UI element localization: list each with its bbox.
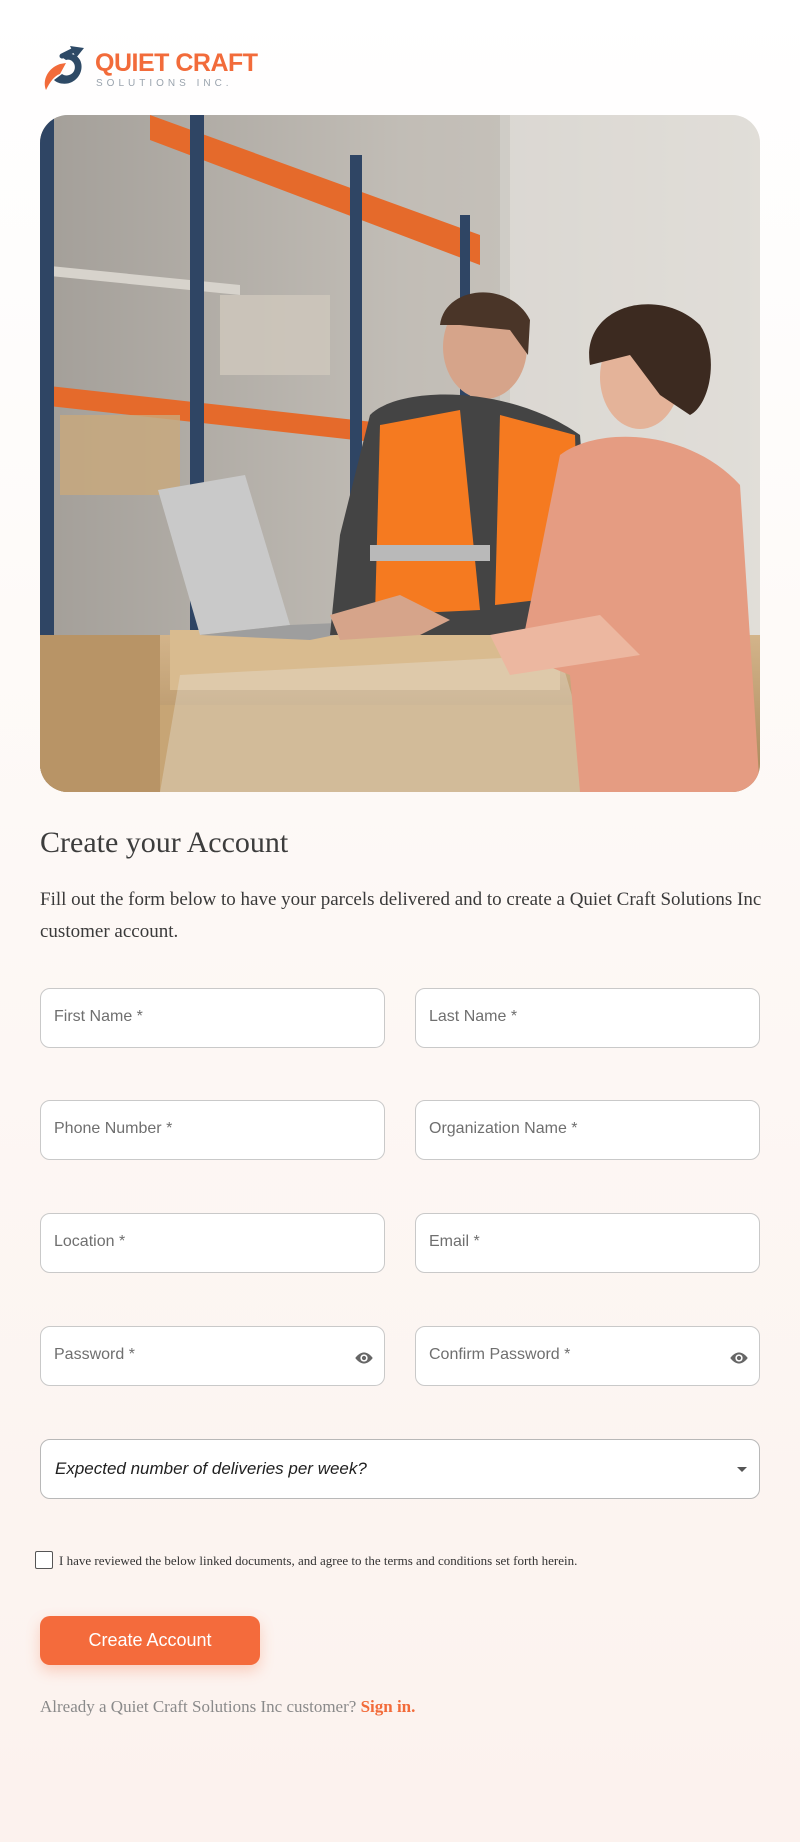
- password-field[interactable]: Password *: [40, 1326, 385, 1386]
- brand-tagline: SOLUTIONS INC.: [96, 78, 233, 89]
- caret-down-icon: [737, 1467, 747, 1472]
- last-name-label: Last Name *: [429, 1008, 518, 1025]
- create-account-button[interactable]: Create Account: [40, 1616, 260, 1665]
- terms-label: I have reviewed the below linked documen…: [59, 1553, 578, 1568]
- deliveries-select-value: Expected number of deliveries per week?: [55, 1459, 367, 1478]
- confirm-password-label: Confirm Password *: [429, 1346, 571, 1363]
- location-field[interactable]: Location *: [40, 1213, 385, 1273]
- page-title: Create your Account: [40, 826, 289, 859]
- location-label: Location *: [54, 1233, 126, 1250]
- email-label: Email *: [429, 1233, 480, 1250]
- password-label: Password *: [54, 1346, 135, 1363]
- brand-logo[interactable]: QUIET CRAFT SOLUTIONS INC.: [40, 44, 270, 94]
- last-name-field[interactable]: Last Name *: [415, 988, 760, 1048]
- show-password-icon[interactable]: [353, 1347, 375, 1369]
- organization-name-label: Organization Name *: [429, 1120, 578, 1137]
- show-confirm-password-icon[interactable]: [728, 1347, 750, 1369]
- signin-prompt: Already a Quiet Craft Solutions Inc cust…: [40, 1697, 415, 1717]
- organization-name-field[interactable]: Organization Name *: [415, 1100, 760, 1160]
- signin-link[interactable]: Sign in.: [361, 1697, 416, 1716]
- brand-name: QUIET CRAFT: [95, 49, 258, 77]
- first-name-field[interactable]: First Name *: [40, 988, 385, 1048]
- terms-checkbox[interactable]: [35, 1551, 53, 1569]
- phone-number-field[interactable]: Phone Number *: [40, 1100, 385, 1160]
- logo-mark-icon: [44, 46, 84, 90]
- email-field[interactable]: Email *: [415, 1213, 760, 1273]
- page-description: Fill out the form below to have your par…: [40, 889, 762, 942]
- signin-prompt-text: Already a Quiet Craft Solutions Inc cust…: [40, 1697, 357, 1716]
- first-name-label: First Name *: [54, 1008, 143, 1025]
- phone-number-label: Phone Number *: [54, 1120, 173, 1137]
- warehouse-photo-icon: [40, 115, 760, 792]
- hero-image: [40, 115, 760, 792]
- deliveries-per-week-select[interactable]: Expected number of deliveries per week?: [40, 1439, 760, 1499]
- confirm-password-field[interactable]: Confirm Password *: [415, 1326, 760, 1386]
